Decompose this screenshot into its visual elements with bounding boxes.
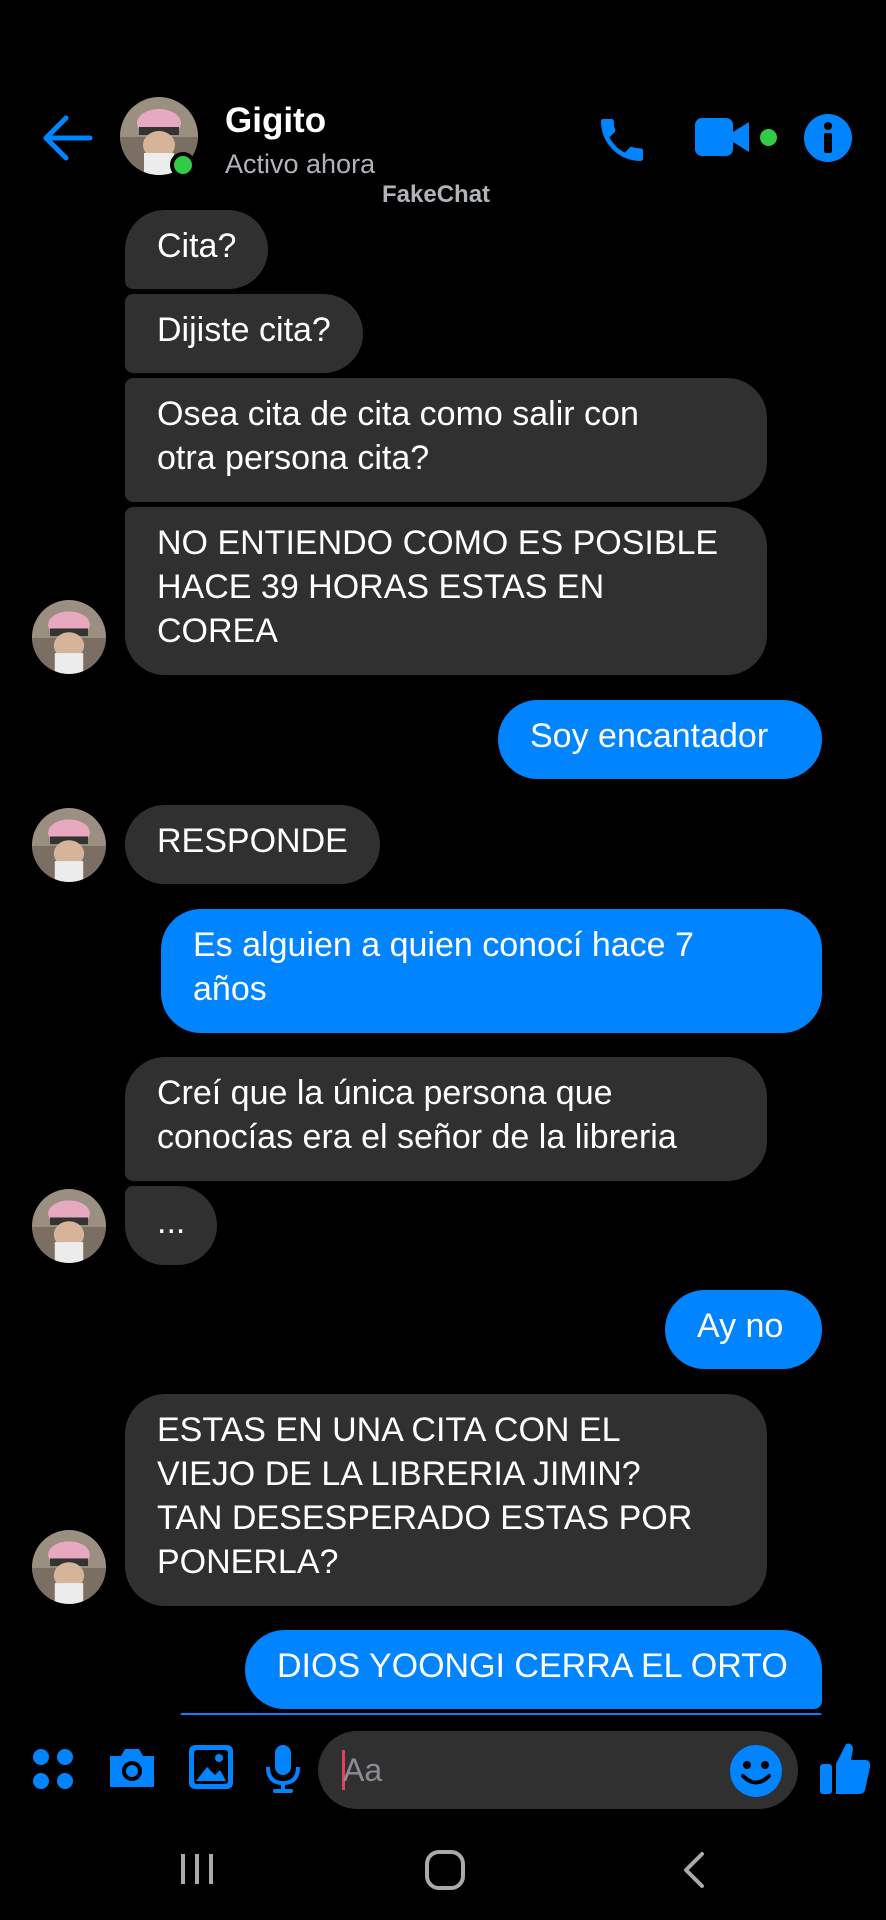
thumbs-up-icon[interactable] [818,1740,872,1798]
contact-name[interactable]: Gigito [225,100,326,142]
camera-icon[interactable] [106,1746,158,1790]
recent-apps-icon[interactable] [178,1850,216,1888]
message-bubble-incoming[interactable]: Cita? [125,210,269,289]
home-icon[interactable] [424,1849,466,1891]
apps-grid-icon[interactable] [30,1746,76,1792]
message-bubble-incoming[interactable]: Osea cita de cita como salir con otra pe… [125,378,767,502]
sender-avatar[interactable] [32,808,106,882]
message-bubble-incoming[interactable]: ... [125,1186,218,1265]
message-bubble-incoming[interactable]: Dijiste cita? [125,294,363,373]
message-input-placeholder: Aa [343,1752,383,1788]
message-input[interactable] [318,1731,798,1809]
sender-avatar[interactable] [32,600,106,674]
sender-avatar[interactable] [32,1189,106,1263]
contact-status: Activo ahora [225,149,376,179]
video-camera-icon[interactable] [695,118,753,156]
message-bubble-outgoing[interactable]: Soy encantador [498,700,822,779]
message-bubble-outgoing[interactable]: Es alguien a quien conocí hace 7 años [161,909,822,1033]
info-icon[interactable] [803,113,853,163]
phone-icon[interactable] [594,112,650,168]
watermark: FakeChat [382,181,491,208]
message-bubble-incoming[interactable]: ESTAS EN UNA CITA CON EL VIEJO DE LA LIB… [125,1394,767,1606]
back-icon[interactable] [678,1850,708,1890]
emoji-icon[interactable] [728,1743,784,1799]
message-bubble-incoming[interactable]: NO ENTIENDO COMO ES POSIBLE HACE 39 HORA… [125,507,767,675]
image-icon[interactable] [187,1743,235,1791]
online-indicator [170,152,196,178]
sender-avatar[interactable] [32,1530,106,1604]
back-arrow-icon[interactable] [40,112,96,164]
message-bubble-outgoing[interactable]: Ay no [665,1290,822,1369]
message-bubble-incoming[interactable]: RESPONDE [125,805,380,884]
video-active-dot [760,129,777,146]
microphone-icon[interactable] [264,1743,302,1795]
message-bubble-outgoing[interactable]: DIOS YOONGI CERRA EL ORTO [245,1630,822,1709]
message-bubble-incoming[interactable]: Creí que la única persona que conocías e… [125,1057,767,1181]
